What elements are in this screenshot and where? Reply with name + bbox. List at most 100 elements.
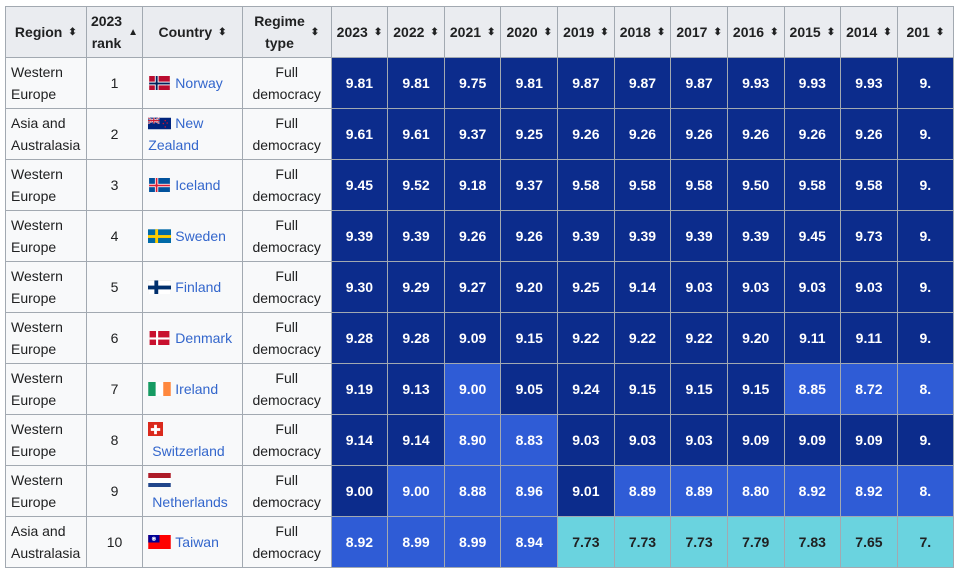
score-cell-2015: 7.83: [783, 516, 842, 568]
country-link[interactable]: Switzerland: [152, 443, 224, 459]
table-row: Western Europe 4 Sweden Full democracy 9.39 9…: [5, 210, 954, 262]
country-link[interactable]: Ireland: [175, 381, 218, 397]
rank-cell: 10: [85, 516, 144, 568]
header-year-2015[interactable]: 2015 ⬍: [783, 6, 842, 58]
score-cell-2014: 9.11: [840, 312, 898, 364]
score-cell-2021: 9.18: [443, 159, 502, 211]
denmark-flag-icon[interactable]: [148, 330, 171, 345]
header-year-label: 2018: [619, 24, 651, 40]
country-cell: Finland: [142, 261, 243, 313]
country-link[interactable]: Denmark: [175, 330, 232, 346]
header-year-2022[interactable]: 2022 ⬍: [387, 6, 445, 58]
header-year-label: 2017: [676, 24, 708, 40]
header-year-2017[interactable]: 2017 ⬍: [670, 6, 728, 58]
score-cell-2020: 9.05: [500, 363, 559, 415]
ireland-flag-icon[interactable]: [148, 381, 172, 396]
header-year-label: 2021: [449, 24, 482, 40]
score-cell-2022: 9.81: [387, 57, 445, 109]
sort-icon[interactable]: ⬍: [311, 27, 319, 38]
score-cell-2022: 9.52: [387, 159, 445, 211]
country-cell: Taiwan: [142, 516, 243, 568]
header-year-201[interactable]: 201 ⬍: [896, 6, 954, 58]
rank-cell: 9: [85, 465, 144, 517]
score-cell-2018: 9.22: [613, 312, 672, 364]
sort-icon[interactable]: ⬍: [600, 27, 608, 38]
country-link[interactable]: Iceland: [175, 177, 220, 193]
header-year-2019[interactable]: 2019 ⬍: [557, 6, 615, 58]
header-year-2014[interactable]: 2014 ⬍: [840, 6, 898, 58]
sort-icon[interactable]: ⬍: [770, 27, 778, 38]
score-cell-2014: 9.03: [840, 261, 898, 313]
header-year-2020[interactable]: 2020 ⬍: [500, 6, 559, 58]
finland-flag-icon[interactable]: [148, 279, 172, 294]
table-row: Asia and Australasia 2 New Zealand Full dem…: [5, 108, 954, 160]
score-cell-2020: 9.20: [500, 261, 559, 313]
iceland-flag-icon[interactable]: [148, 177, 171, 192]
score-cell-2015: 9.45: [783, 210, 842, 262]
country-link[interactable]: Finland: [175, 279, 221, 295]
table-row: Western Europe 7 Ireland Full democracy 9.19…: [5, 363, 954, 415]
score-cell-201: 7.: [896, 516, 954, 568]
regime-type-cell: Full democracy: [241, 57, 332, 109]
header-regime-type[interactable]: Regime type ⬍: [241, 6, 332, 58]
score-cell-2017: 9.39: [670, 210, 728, 262]
header-year-label: 2022: [393, 24, 425, 40]
header-regime-label-line1: Regime: [254, 13, 305, 29]
score-cell-2019: 9.03: [557, 414, 615, 466]
score-cell-2015: 9.03: [783, 261, 842, 313]
country-link[interactable]: Netherlands: [152, 494, 228, 510]
country-link[interactable]: Norway: [175, 75, 222, 91]
switzerland-flag-icon[interactable]: [148, 421, 164, 436]
sort-icon[interactable]: ⬍: [936, 27, 944, 38]
sort-icon[interactable]: ⬍: [827, 27, 835, 38]
header-country-label: Country: [158, 24, 213, 40]
sort-icon[interactable]: ⬍: [713, 27, 721, 38]
header-year-2023[interactable]: 2023 ⬍: [330, 6, 389, 58]
regime-type-cell: Full democracy: [241, 108, 332, 160]
score-cell-2021: 8.90: [443, 414, 502, 466]
score-cell-2015: 9.11: [783, 312, 842, 364]
sort-icon[interactable]: ⬍: [487, 27, 495, 38]
header-year-label: 2016: [732, 24, 765, 40]
country-link[interactable]: Sweden: [175, 228, 226, 244]
header-year-2021[interactable]: 2021 ⬍: [443, 6, 502, 58]
header-year-2018[interactable]: 2018 ⬍: [613, 6, 672, 58]
table-row: Western Europe 8 Switzerland Full democracy…: [5, 414, 954, 466]
score-cell-2016: 9.93: [726, 57, 785, 109]
score-cell-2023: 9.39: [330, 210, 389, 262]
taiwan-flag-icon[interactable]: [148, 534, 172, 549]
sort-icon[interactable]: ⬍: [544, 27, 552, 38]
table-row: Western Europe 3 Iceland Full democracy 9.45…: [5, 159, 954, 211]
netherlands-flag-icon[interactable]: [148, 472, 172, 487]
header-rank[interactable]: 2023 rank ▲: [85, 6, 144, 58]
score-cell-2019: 9.87: [557, 57, 615, 109]
norway-flag-icon[interactable]: [148, 75, 171, 90]
country-cell: Norway: [142, 57, 243, 109]
sort-icon[interactable]: ⬍: [374, 27, 382, 38]
country-cell: New Zealand: [142, 108, 243, 160]
score-cell-2020: 9.37: [500, 159, 559, 211]
new-zealand-flag-icon[interactable]: [148, 115, 172, 130]
score-cell-2022: 9.00: [387, 465, 445, 517]
header-region[interactable]: Region ⬍: [5, 6, 87, 58]
header-country[interactable]: Country ⬍: [142, 6, 243, 58]
region-cell: Western Europe: [5, 57, 87, 109]
score-cell-2021: 9.75: [443, 57, 502, 109]
sort-icon[interactable]: ⬍: [657, 27, 665, 38]
regime-type-cell: Full democracy: [241, 159, 332, 211]
score-cell-2019: 9.01: [557, 465, 615, 517]
sort-icon[interactable]: ⬍: [218, 27, 226, 38]
country-cell: Switzerland: [142, 414, 243, 466]
score-cell-201: 9.: [896, 159, 954, 211]
sort-ascending-icon[interactable]: ▲: [128, 27, 138, 38]
sort-icon[interactable]: ⬍: [430, 27, 438, 38]
sweden-flag-icon[interactable]: [148, 228, 172, 243]
score-cell-2017: 9.22: [670, 312, 728, 364]
header-year-2016[interactable]: 2016 ⬍: [726, 6, 785, 58]
sort-icon[interactable]: ⬍: [68, 27, 76, 38]
score-cell-2016: 9.26: [726, 108, 785, 160]
score-cell-2017: 9.15: [670, 363, 728, 415]
country-link[interactable]: Taiwan: [175, 534, 219, 550]
score-cell-2019: 9.22: [557, 312, 615, 364]
sort-icon[interactable]: ⬍: [883, 27, 891, 38]
